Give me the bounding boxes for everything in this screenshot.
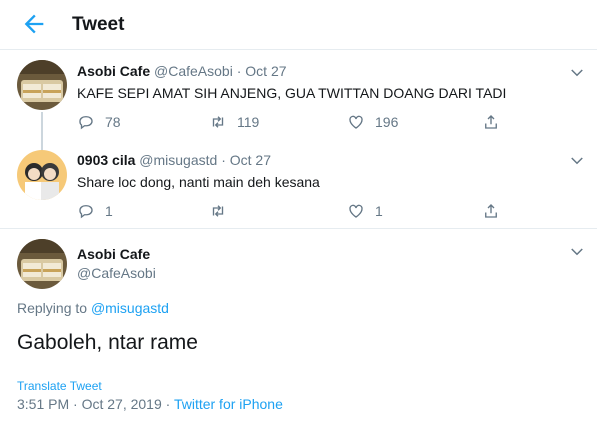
author-name[interactable]: Asobi Cafe: [77, 246, 150, 262]
like-button[interactable]: 1: [347, 200, 383, 222]
reply-icon: [79, 116, 93, 130]
retweet-button[interactable]: [209, 200, 237, 222]
author-handle[interactable]: @CafeAsobi: [77, 265, 156, 281]
retweet-count: 119: [237, 114, 260, 130]
tweet-header: Asobi Cafe @CafeAsobi · Oct 27: [77, 63, 287, 79]
tweet-text: KAFE SEPI AMAT SIH ANJENG, GUA TWITTAN D…: [77, 85, 507, 101]
cafe-avatar-image: [17, 239, 67, 289]
tweet-source-link[interactable]: Twitter for iPhone: [174, 396, 283, 412]
like-count: 196: [375, 114, 399, 130]
retweet-icon: [212, 205, 224, 217]
replying-to-link[interactable]: @misugastd: [91, 300, 169, 316]
more-options-button[interactable]: [568, 243, 586, 261]
chevron-down-icon: [571, 248, 583, 256]
avatar[interactable]: [17, 60, 67, 110]
avatar[interactable]: [17, 239, 67, 289]
author-name[interactable]: Asobi Cafe: [77, 63, 150, 79]
share-button[interactable]: [482, 200, 500, 222]
replying-prefix: Replying to: [17, 300, 88, 316]
tweet-actions: 78 119 196: [77, 111, 517, 133]
avatar[interactable]: [17, 150, 67, 200]
tweet-meta: 3:51 PM · Oct 27, 2019 · Twitter for iPh…: [17, 396, 283, 412]
author-name[interactable]: 0903 cila: [77, 152, 135, 168]
heart-icon: [349, 115, 363, 129]
chevron-down-icon: [571, 69, 583, 77]
tweet-actions: 1 1: [77, 200, 517, 222]
reply-button[interactable]: 78: [77, 111, 121, 133]
tweet-1[interactable]: Asobi Cafe @CafeAsobi · Oct 27 KAFE SEPI…: [0, 50, 597, 154]
tweet-text: Share loc dong, nanti main deh kesana: [77, 174, 320, 190]
reply-icon: [79, 205, 93, 219]
replying-to: Replying to @misugastd: [17, 300, 169, 316]
author-handle[interactable]: @CafeAsobi: [154, 63, 233, 79]
reply-count: 78: [105, 114, 121, 130]
reply-count: 1: [105, 203, 113, 219]
like-count: 1: [375, 203, 383, 219]
separator-dot: ·: [221, 152, 226, 168]
like-button[interactable]: 196: [347, 111, 398, 133]
more-options-button[interactable]: [568, 64, 586, 82]
tweet-date[interactable]: Oct 27: [230, 152, 271, 168]
retweet-icon: [212, 116, 224, 128]
translate-tweet-link[interactable]: Translate Tweet: [17, 379, 102, 393]
tweet-text: Gaboleh, ntar rame: [17, 331, 198, 354]
tweet-timestamp[interactable]: 3:51 PM · Oct 27, 2019 ·: [17, 396, 170, 412]
author-handle[interactable]: @misugastd: [139, 152, 217, 168]
share-icon: [485, 204, 497, 218]
back-button[interactable]: [20, 10, 48, 38]
chevron-down-icon: [571, 157, 583, 165]
page-title: Tweet: [72, 14, 125, 35]
user-avatar-image: [17, 150, 67, 200]
tweet-2[interactable]: 0903 cila @misugastd · Oct 27 Share loc …: [0, 142, 597, 230]
retweet-button[interactable]: 119: [209, 111, 259, 133]
arrow-left-icon: [24, 14, 44, 34]
divider: [0, 228, 597, 229]
tweet-header: 0903 cila @misugastd · Oct 27: [77, 152, 271, 168]
share-icon: [485, 115, 497, 129]
reply-button[interactable]: 1: [77, 200, 113, 222]
heart-icon: [349, 204, 363, 218]
more-options-button[interactable]: [568, 152, 586, 170]
share-button[interactable]: [482, 111, 500, 133]
separator-dot: ·: [236, 63, 242, 79]
cafe-avatar-image: [17, 60, 67, 110]
header-bar: Tweet: [0, 0, 597, 50]
tweet-date[interactable]: Oct 27: [245, 63, 286, 79]
